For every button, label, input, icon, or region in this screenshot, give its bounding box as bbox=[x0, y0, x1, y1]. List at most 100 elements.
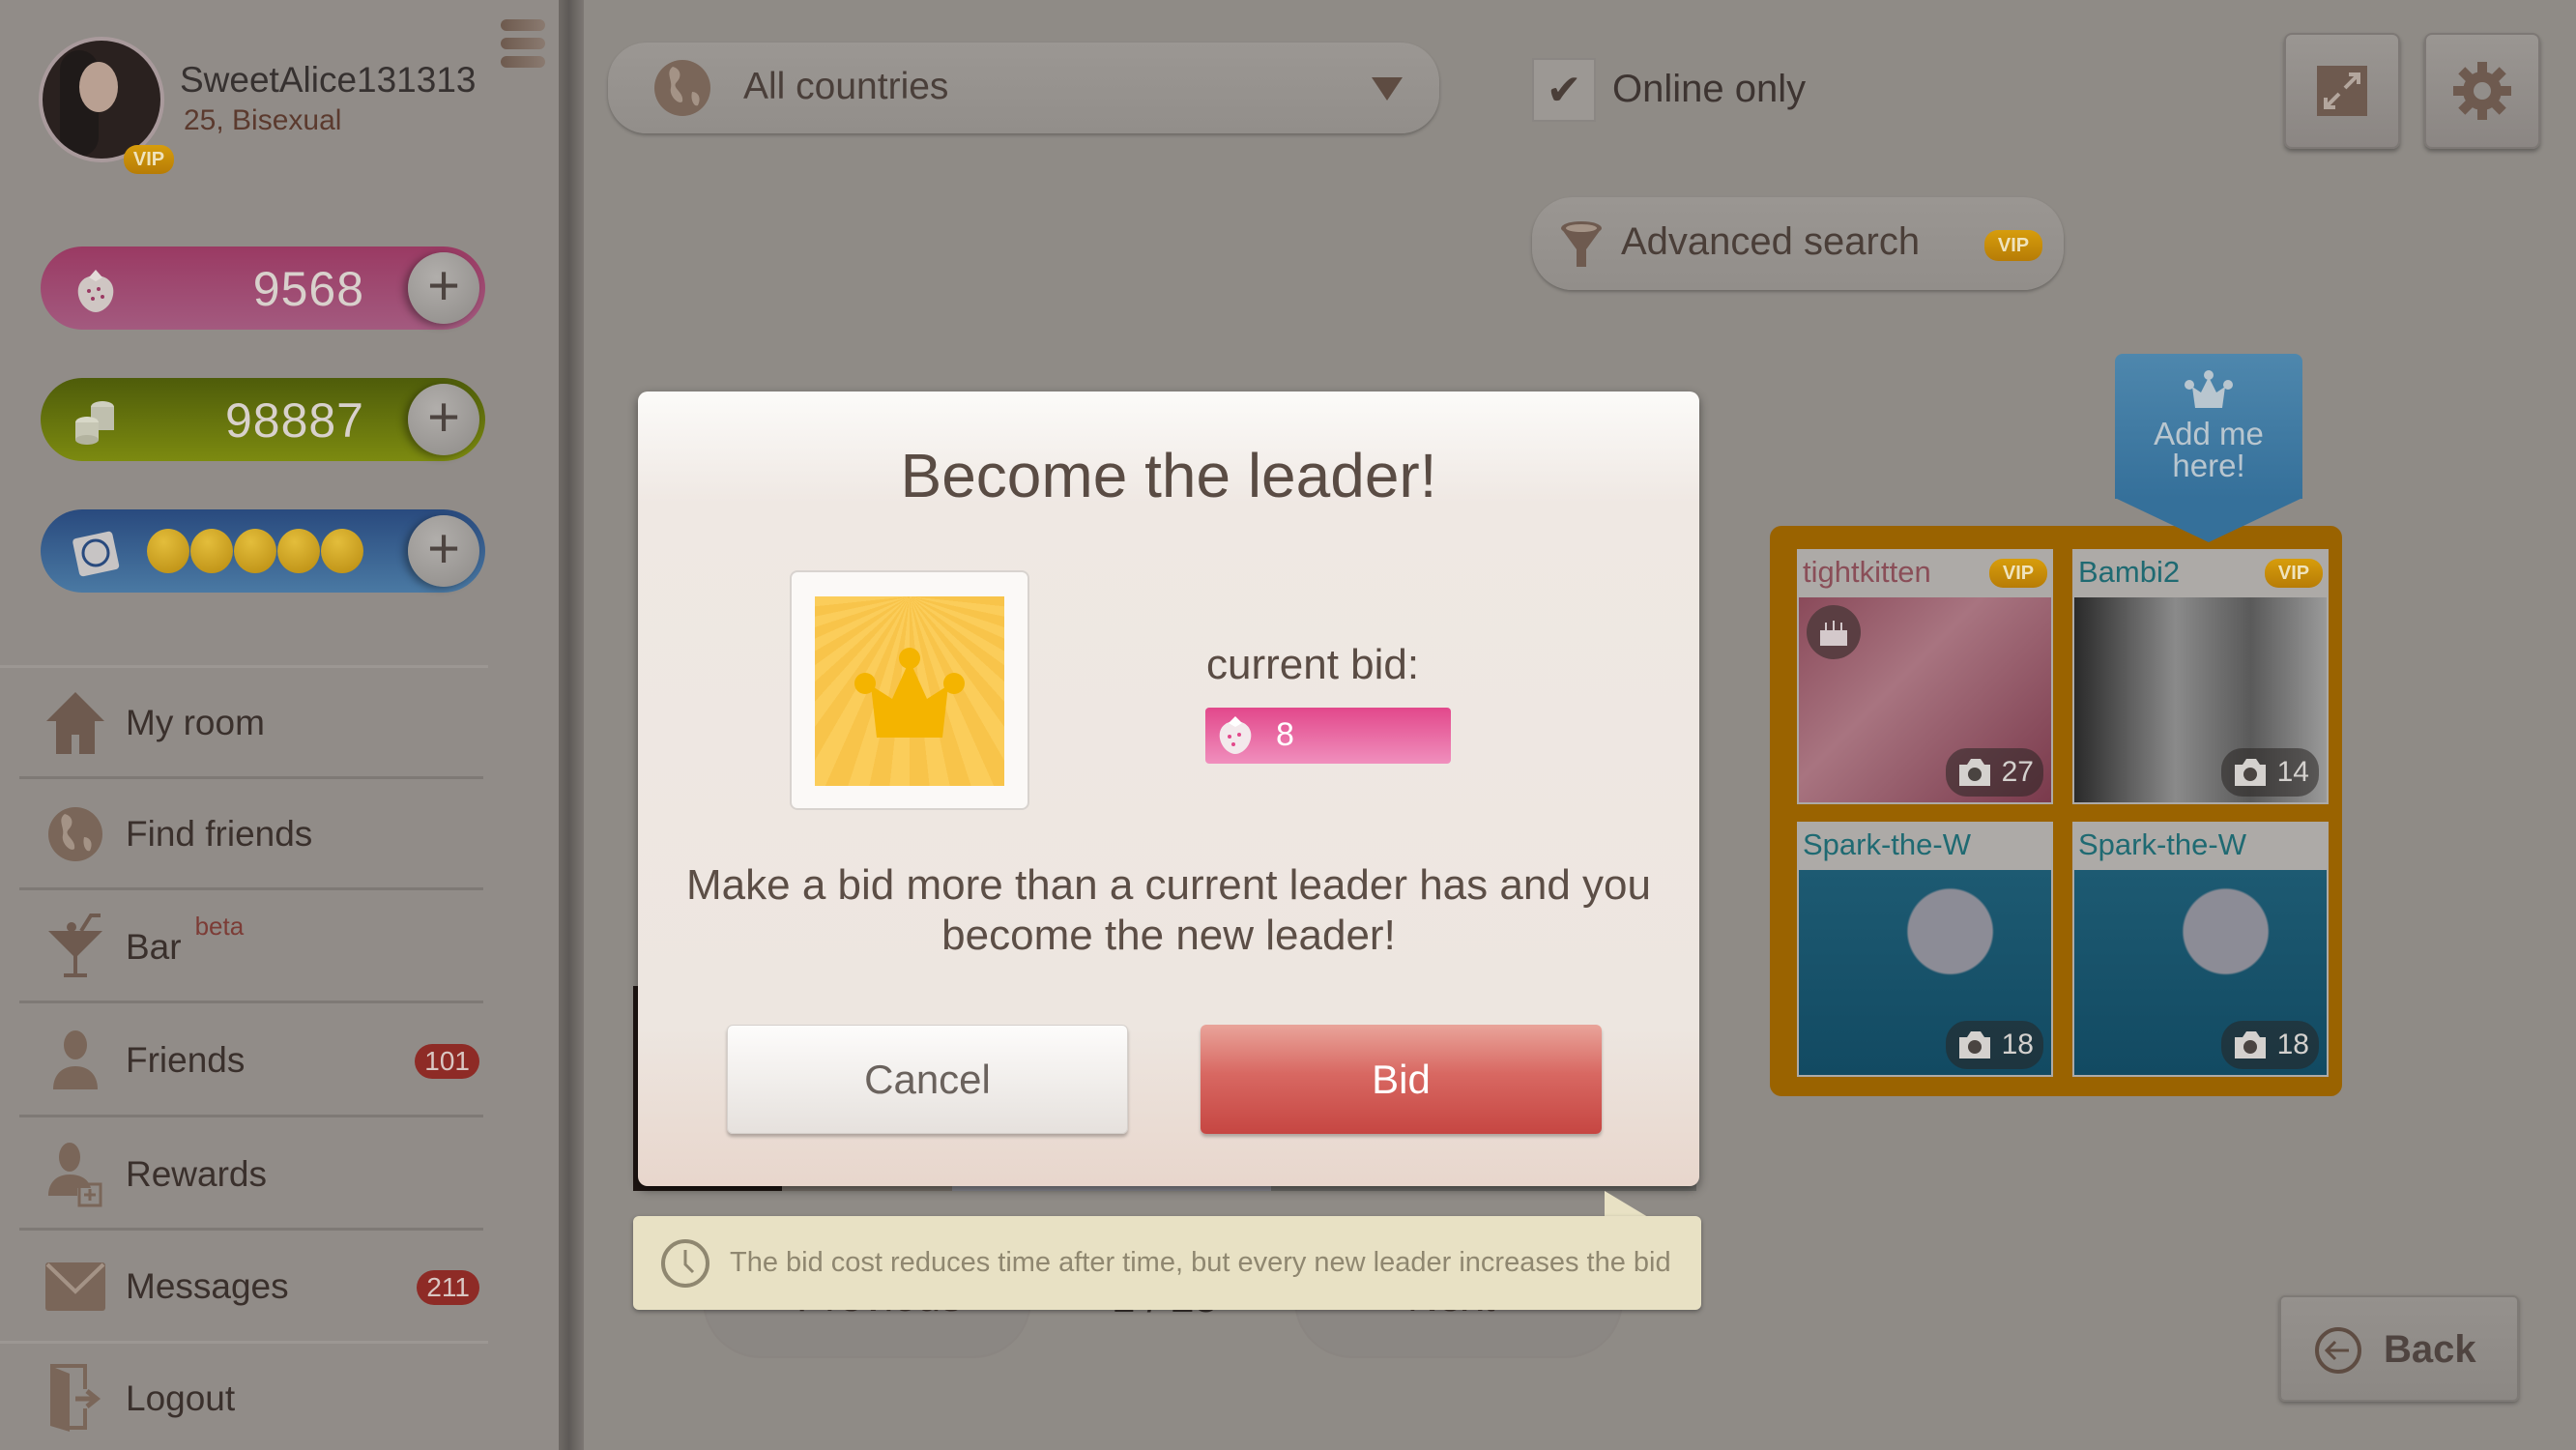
person-plus-icon bbox=[37, 1136, 114, 1213]
menu-label: My room bbox=[126, 703, 265, 742]
sidebar-item-my-room[interactable]: My room bbox=[19, 670, 483, 776]
sidebar-item-logout[interactable]: Logout bbox=[19, 1346, 483, 1450]
bid-button[interactable]: Bid bbox=[1201, 1025, 1602, 1134]
condom-pack-icon bbox=[72, 531, 120, 577]
photo-count: 14 bbox=[2220, 748, 2319, 797]
menu-label: Bar bbox=[126, 927, 182, 967]
house-icon bbox=[37, 684, 114, 762]
country-value: All countries bbox=[743, 66, 949, 107]
chevron-down-icon bbox=[1372, 77, 1403, 101]
dialog-message: Make a bid more than a current leader ha… bbox=[686, 861, 1651, 959]
current-bid-value-box: 8 bbox=[1205, 708, 1451, 764]
add-me-here-button[interactable]: Add me here! bbox=[2115, 354, 2302, 499]
avatar[interactable] bbox=[39, 37, 164, 162]
person-icon bbox=[37, 1022, 114, 1099]
arrow-left-circle-icon bbox=[2315, 1327, 2361, 1374]
online-only-label[interactable]: Online only bbox=[1612, 68, 1806, 111]
sidebar-item-friends[interactable]: Friends 101 bbox=[19, 1007, 483, 1114]
add-condoms-button[interactable]: + bbox=[408, 515, 479, 587]
settings-button[interactable] bbox=[2424, 33, 2540, 149]
sidebar-item-bar[interactable]: Bar beta bbox=[19, 894, 483, 1000]
globe-icon bbox=[654, 60, 710, 116]
leader-card[interactable]: Spark-the-W 18 bbox=[1797, 822, 2053, 1077]
tooltip-text: The bid cost reduces time after time, bu… bbox=[730, 1247, 1671, 1278]
leader-card[interactable]: Bambi2 VIP 14 bbox=[2072, 549, 2329, 804]
menu-label: Find friends bbox=[126, 814, 313, 854]
cancel-button[interactable]: Cancel bbox=[727, 1025, 1128, 1134]
sidebar-item-find-friends[interactable]: Find friends bbox=[19, 781, 483, 887]
menu-label: Messages bbox=[126, 1266, 289, 1306]
clock-icon bbox=[661, 1239, 709, 1288]
door-exit-icon bbox=[37, 1360, 114, 1437]
menu-label: Logout bbox=[126, 1378, 236, 1418]
add-me-pointer bbox=[2115, 498, 2302, 542]
camera-icon bbox=[2234, 1031, 2266, 1058]
level-dot bbox=[190, 529, 233, 573]
checkmark-icon: ✔ bbox=[1546, 66, 1582, 114]
advanced-search-label: Advanced search bbox=[1621, 220, 1921, 263]
leader-card[interactable]: Spark-the-W 18 bbox=[2072, 822, 2329, 1077]
menu-divider bbox=[19, 1000, 483, 1003]
condoms-level-indicator bbox=[147, 529, 364, 573]
menu-label: Rewards bbox=[126, 1154, 267, 1194]
sidebar-item-messages[interactable]: Messages 211 bbox=[19, 1233, 483, 1340]
leader-name: Spark-the-W bbox=[1803, 827, 1971, 861]
photo-count-value: 14 bbox=[2276, 756, 2309, 788]
coins-balance: 98887 + bbox=[41, 378, 485, 461]
menu-divider bbox=[19, 887, 483, 890]
cocktail-icon bbox=[37, 909, 114, 986]
menu-label: Friends bbox=[126, 1040, 246, 1080]
add-strawberries-button[interactable]: + bbox=[408, 252, 479, 324]
username[interactable]: SweetAlice131313 bbox=[180, 60, 477, 101]
menu-divider bbox=[19, 1115, 483, 1117]
current-bid-label: current bid: bbox=[1206, 641, 1420, 688]
messages-count-badge: 211 bbox=[417, 1270, 479, 1305]
menu-divider bbox=[0, 665, 488, 668]
photo-count-value: 18 bbox=[2276, 1029, 2309, 1060]
user-info: 25, Bisexual bbox=[184, 104, 342, 136]
friends-count-badge: 101 bbox=[415, 1044, 479, 1079]
current-bid-value: 8 bbox=[1276, 716, 1294, 753]
camera-icon bbox=[2234, 759, 2266, 786]
level-dot bbox=[234, 529, 276, 573]
leader-crown-card bbox=[790, 570, 1029, 810]
strawberries-value: 9568 bbox=[252, 262, 364, 316]
menu-divider bbox=[19, 776, 483, 779]
leader-name: Spark-the-W bbox=[2078, 827, 2246, 861]
leader-card[interactable]: tightkitten VIP 27 bbox=[1797, 549, 2053, 804]
envelope-icon bbox=[37, 1248, 114, 1325]
photo-count-value: 18 bbox=[2001, 1029, 2034, 1060]
vip-badge: VIP bbox=[1984, 230, 2042, 261]
advanced-search-button[interactable]: Advanced search VIP bbox=[1532, 197, 2064, 290]
strawberry-icon bbox=[1219, 716, 1252, 754]
online-only-checkbox[interactable]: ✔ bbox=[1532, 58, 1596, 122]
coins-icon bbox=[75, 401, 114, 445]
photo-count: 27 bbox=[1945, 748, 2043, 797]
sidebar-item-rewards[interactable]: Rewards bbox=[19, 1121, 483, 1228]
coins-value: 98887 bbox=[224, 393, 364, 448]
fullscreen-button[interactable] bbox=[2284, 33, 2400, 149]
condoms-balance: + bbox=[41, 509, 485, 593]
funnel-icon bbox=[1561, 221, 1602, 267]
strawberries-balance: 9568 + bbox=[41, 246, 485, 330]
globe-icon bbox=[37, 796, 114, 873]
photo-count: 18 bbox=[1945, 1021, 2043, 1069]
level-dot bbox=[321, 529, 363, 573]
back-label: Back bbox=[2384, 1328, 2476, 1371]
crown-icon bbox=[854, 648, 965, 738]
expand-icon bbox=[2317, 66, 2367, 116]
vip-badge: VIP bbox=[2265, 559, 2323, 588]
become-leader-dialog: Become the leader! current bid: 8 Make a… bbox=[638, 392, 1699, 1186]
camera-icon bbox=[1958, 759, 1990, 786]
gear-icon bbox=[2453, 62, 2511, 120]
hamburger-menu-icon[interactable] bbox=[501, 19, 545, 73]
camera-icon bbox=[1958, 1031, 1990, 1058]
bid-info-tooltip: The bid cost reduces time after time, bu… bbox=[633, 1216, 1701, 1310]
country-dropdown[interactable]: All countries bbox=[608, 43, 1439, 133]
vip-badge: VIP bbox=[124, 145, 174, 174]
level-dot bbox=[147, 529, 189, 573]
add-me-label: Add me here! bbox=[2154, 416, 2264, 483]
beta-tag: beta bbox=[194, 911, 245, 941]
add-coins-button[interactable]: + bbox=[408, 384, 479, 455]
back-button[interactable]: Back bbox=[2279, 1295, 2519, 1402]
